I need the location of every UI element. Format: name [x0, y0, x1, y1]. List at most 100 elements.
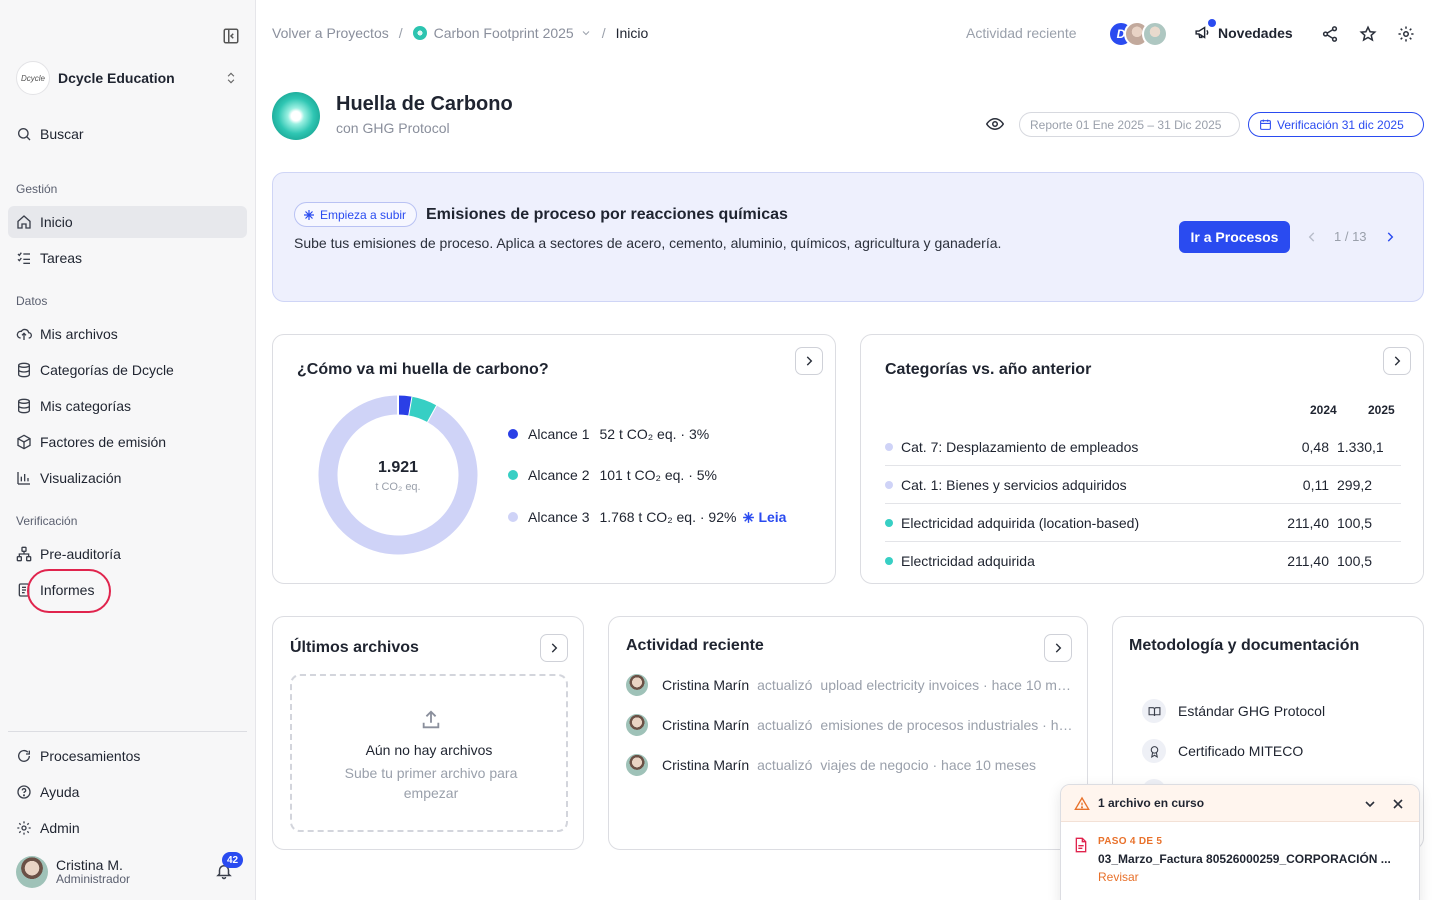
sidebar-item-inicio[interactable]: Inicio [8, 206, 247, 238]
banner-description: Sube tus emisiones de proceso. Aplica a … [294, 235, 1002, 251]
activity-verb: actualizó [757, 717, 813, 733]
sidebar-item-factores[interactable]: Factores de emisión [8, 426, 247, 458]
sidebar-divider [8, 731, 247, 732]
table-row[interactable]: Cat. 1: Bienes y servicios adquiridos 0,… [885, 466, 1401, 504]
legend-name: Alcance 3 [528, 509, 590, 525]
activity-user: Cristina Marín [662, 757, 750, 773]
sidebar-collapse-icon[interactable] [222, 27, 240, 45]
category-name: Electricidad adquirida (location-based) [901, 514, 1140, 531]
avatar [626, 674, 648, 696]
gear-icon[interactable] [1397, 25, 1415, 43]
chevron-left-icon[interactable] [1305, 230, 1319, 244]
sidebar-item-visualizacion[interactable]: Visualización [8, 462, 247, 494]
recent-activity-card: Actividad reciente Cristina Marín actual… [608, 616, 1088, 850]
home-icon [17, 215, 31, 229]
list-item[interactable]: Cristina Marín actualizó upload electric… [626, 673, 1076, 697]
breadcrumb-project[interactable]: Carbon Footprint 2025 [434, 25, 574, 41]
chevron-right-icon [1394, 356, 1401, 366]
org-switcher[interactable]: Dcycle Dcycle Education [16, 60, 242, 96]
methodology-item-ghg[interactable]: Estándar GHG Protocol [1142, 699, 1325, 723]
recent-activity-link[interactable]: Actividad reciente [966, 25, 1077, 41]
categories-card-title: Categorías vs. año anterior [885, 361, 1092, 378]
methodology-item-miteco[interactable]: Certificado MITECO [1142, 739, 1303, 763]
recent-activity-open-button[interactable] [1044, 634, 1072, 662]
breadcrumb-back-link[interactable]: Volver a Proyectos [272, 25, 389, 41]
user-role: Administrador [56, 872, 131, 887]
section-label-gestion: Gestión [16, 182, 58, 196]
chevron-down-icon[interactable] [580, 27, 592, 39]
legend-item-scope-1: Alcance 1 52 t CO₂ eq. · 3% [508, 426, 709, 442]
collaborator-avatars[interactable]: D [1108, 21, 1174, 47]
search-button[interactable]: Buscar [8, 118, 247, 150]
activity-detail: upload electricity invoices · hace 10 me… [820, 677, 1076, 693]
leia-assistant-link[interactable]: Leia [742, 509, 786, 525]
eye-icon[interactable] [986, 116, 1004, 132]
latest-files-card: Últimos archivos Aún no hay archivos Sub… [272, 616, 584, 850]
categories-card-open-button[interactable] [1383, 347, 1411, 375]
recent-activity-title: Actividad reciente [626, 637, 764, 654]
latest-files-open-button[interactable] [540, 634, 568, 662]
footprint-card-open-button[interactable] [795, 347, 823, 375]
legend-name: Alcance 1 [528, 426, 590, 442]
hierarchy-icon [16, 546, 32, 562]
banner-title: Emisiones de proceso por reacciones quím… [426, 206, 788, 223]
page-subtitle: con GHG Protocol [336, 120, 450, 136]
start-upload-label: Empieza a subir [320, 207, 407, 222]
chevron-right-icon [551, 643, 558, 653]
news-dot [1208, 19, 1216, 27]
user-profile[interactable]: Cristina M. Administrador [16, 855, 246, 889]
sidebar-item-label: Pre-auditoría [40, 546, 121, 562]
table-row[interactable]: Electricidad adquirida 211,40 100,5 [885, 542, 1401, 580]
go-to-processes-button[interactable]: Ir a Procesos [1179, 221, 1290, 253]
sidebar-item-mis-archivos[interactable]: Mis archivos [8, 318, 247, 350]
dropzone-title: Aún no hay archivos [365, 742, 493, 758]
sidebar-item-label: Mis archivos [40, 326, 118, 342]
donut-slice-alcance-1[interactable] [397, 395, 412, 416]
sidebar-item-procesamientos[interactable]: Procesamientos [8, 740, 247, 772]
banner-pager-count: 1 / 13 [1334, 229, 1367, 244]
sidebar-item-tareas[interactable]: Tareas [8, 242, 247, 274]
sidebar-item-mis-categorias[interactable]: Mis categorías [8, 390, 247, 422]
warning-icon [1074, 796, 1090, 810]
close-icon[interactable] [1390, 796, 1406, 812]
table-row[interactable]: Cat. 7: Desplazamiento de empleados 0,48… [885, 428, 1401, 466]
category-dot [885, 480, 893, 489]
verification-date-pill[interactable]: Verificación 31 dic 2025 [1248, 112, 1424, 137]
annotation-highlight-ring [27, 569, 111, 613]
list-item[interactable]: Cristina Marín actualizó viajes de negoc… [626, 753, 1076, 777]
activity-user: Cristina Marín [662, 677, 750, 693]
donut-total-value: 1.921 [377, 459, 419, 476]
chevron-down-icon[interactable] [1362, 796, 1378, 812]
sidebar-item-categorias-dcycle[interactable]: Categorías de Dcycle [8, 354, 247, 386]
file-dropzone[interactable]: Aún no hay archivos Sube tu primer archi… [290, 674, 568, 832]
chevron-up-down-icon [227, 72, 235, 84]
section-label-datos: Datos [16, 294, 48, 308]
report-period-pill[interactable]: Reporte 01 Ene 2025 – 31 Dic 2025 [1019, 112, 1240, 137]
share-icon[interactable] [1321, 25, 1339, 43]
category-dot [885, 518, 893, 527]
carbon-footprint-icon [272, 92, 320, 140]
sidebar-item-ayuda[interactable]: Ayuda [8, 776, 247, 808]
sidebar-item-admin[interactable]: Admin [8, 812, 247, 844]
section-label-verificacion: Verificación [16, 514, 78, 528]
news-button[interactable]: Novedades [1194, 19, 1293, 41]
legend-item-scope-3: Alcance 3 1.768 t CO₂ eq. · 92% Leia [508, 509, 786, 525]
column-header-2025: 2025 [1368, 403, 1395, 417]
donut-slice-alcance-2[interactable] [407, 396, 437, 423]
gear-icon [17, 821, 31, 835]
pdf-file-icon [1075, 837, 1087, 853]
methodology-title: Metodología y documentación [1129, 637, 1360, 654]
column-header-2024: 2024 [1310, 403, 1337, 417]
review-link[interactable]: Revisar [1098, 870, 1139, 884]
star-icon[interactable] [1359, 25, 1377, 43]
legend-item-scope-2: Alcance 2 101 t CO₂ eq. · 5% [508, 467, 717, 483]
sidebar-item-preauditoria[interactable]: Pre-auditoría [8, 538, 247, 570]
breadcrumb-separator: / [398, 25, 403, 41]
chevron-right-icon[interactable] [1383, 230, 1397, 244]
list-item[interactable]: Cristina Marín actualizó emisiones de pr… [626, 713, 1076, 737]
table-row[interactable]: Electricidad adquirida (location-based) … [885, 504, 1401, 542]
cube-icon [17, 434, 31, 450]
categories-card: Categorías vs. año anterior 2024 2025 Ca… [860, 334, 1424, 584]
chevron-right-icon [1055, 643, 1062, 653]
sidebar: Dcycle Dcycle Education Buscar Gestión I… [0, 0, 256, 900]
